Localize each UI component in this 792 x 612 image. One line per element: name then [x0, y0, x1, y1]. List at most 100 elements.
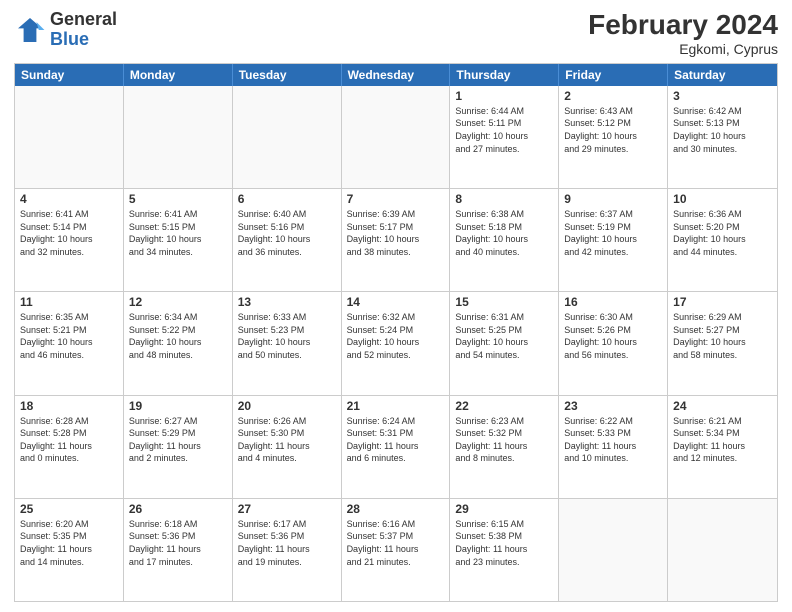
calendar-day-19: 19 Sunrise: 6:27 AM Sunset: 5:29 PM Dayli…	[124, 396, 233, 498]
day-number: 12	[129, 295, 227, 309]
logo-icon	[14, 14, 46, 46]
calendar-day-empty	[559, 499, 668, 601]
day-number: 22	[455, 399, 553, 413]
day-number: 1	[455, 89, 553, 103]
day-info: Sunrise: 6:34 AM Sunset: 5:22 PM Dayligh…	[129, 311, 227, 361]
day-info: Sunrise: 6:20 AM Sunset: 5:35 PM Dayligh…	[20, 518, 118, 568]
day-number: 3	[673, 89, 772, 103]
day-info: Sunrise: 6:28 AM Sunset: 5:28 PM Dayligh…	[20, 415, 118, 465]
day-number: 5	[129, 192, 227, 206]
day-number: 29	[455, 502, 553, 516]
day-number: 28	[347, 502, 445, 516]
day-number: 15	[455, 295, 553, 309]
calendar-day-18: 18 Sunrise: 6:28 AM Sunset: 5:28 PM Dayli…	[15, 396, 124, 498]
day-number: 11	[20, 295, 118, 309]
day-info: Sunrise: 6:31 AM Sunset: 5:25 PM Dayligh…	[455, 311, 553, 361]
calendar-day-16: 16 Sunrise: 6:30 AM Sunset: 5:26 PM Dayli…	[559, 292, 668, 394]
calendar-day-29: 29 Sunrise: 6:15 AM Sunset: 5:38 PM Dayli…	[450, 499, 559, 601]
calendar-day-1: 1 Sunrise: 6:44 AM Sunset: 5:11 PM Daylig…	[450, 86, 559, 188]
day-number: 9	[564, 192, 662, 206]
page: General Blue February 2024 Egkomi, Cypru…	[0, 0, 792, 612]
calendar-day-22: 22 Sunrise: 6:23 AM Sunset: 5:32 PM Dayli…	[450, 396, 559, 498]
day-number: 17	[673, 295, 772, 309]
calendar-day-empty	[15, 86, 124, 188]
calendar-day-15: 15 Sunrise: 6:31 AM Sunset: 5:25 PM Dayli…	[450, 292, 559, 394]
calendar-day-10: 10Sunrise: 6:36 AM Sunset: 5:20 PM Dayli…	[668, 189, 777, 291]
day-info: Sunrise: 6:38 AM Sunset: 5:18 PM Dayligh…	[455, 208, 553, 258]
day-info: Sunrise: 6:35 AM Sunset: 5:21 PM Dayligh…	[20, 311, 118, 361]
weekday-header-tuesday: Tuesday	[233, 64, 342, 86]
day-number: 27	[238, 502, 336, 516]
day-number: 20	[238, 399, 336, 413]
day-info: Sunrise: 6:37 AM Sunset: 5:19 PM Dayligh…	[564, 208, 662, 258]
day-number: 24	[673, 399, 772, 413]
calendar: SundayMondayTuesdayWednesdayThursdayFrid…	[14, 63, 778, 602]
day-info: Sunrise: 6:44 AM Sunset: 5:11 PM Dayligh…	[455, 105, 553, 155]
day-info: Sunrise: 6:24 AM Sunset: 5:31 PM Dayligh…	[347, 415, 445, 465]
day-number: 18	[20, 399, 118, 413]
day-info: Sunrise: 6:40 AM Sunset: 5:16 PM Dayligh…	[238, 208, 336, 258]
location: Egkomi, Cyprus	[588, 41, 778, 57]
calendar-day-7: 7 Sunrise: 6:39 AM Sunset: 5:17 PM Daylig…	[342, 189, 451, 291]
day-number: 16	[564, 295, 662, 309]
calendar-day-26: 26 Sunrise: 6:18 AM Sunset: 5:36 PM Dayli…	[124, 499, 233, 601]
calendar-day-6: 6 Sunrise: 6:40 AM Sunset: 5:16 PM Daylig…	[233, 189, 342, 291]
day-number: 19	[129, 399, 227, 413]
day-info: Sunrise: 6:43 AM Sunset: 5:12 PM Dayligh…	[564, 105, 662, 155]
weekday-header-saturday: Saturday	[668, 64, 777, 86]
calendar-day-24: 24 Sunrise: 6:21 AM Sunset: 5:34 PM Dayli…	[668, 396, 777, 498]
day-info: Sunrise: 6:30 AM Sunset: 5:26 PM Dayligh…	[564, 311, 662, 361]
day-number: 2	[564, 89, 662, 103]
calendar-day-14: 14 Sunrise: 6:32 AM Sunset: 5:24 PM Dayli…	[342, 292, 451, 394]
calendar-day-28: 28Sunrise: 6:16 AM Sunset: 5:37 PM Dayli…	[342, 499, 451, 601]
weekday-header-thursday: Thursday	[450, 64, 559, 86]
day-info: Sunrise: 6:15 AM Sunset: 5:38 PM Dayligh…	[455, 518, 553, 568]
calendar-day-empty	[233, 86, 342, 188]
calendar-day-17: 17Sunrise: 6:29 AM Sunset: 5:27 PM Dayli…	[668, 292, 777, 394]
day-info: Sunrise: 6:39 AM Sunset: 5:17 PM Dayligh…	[347, 208, 445, 258]
calendar-day-20: 20Sunrise: 6:26 AM Sunset: 5:30 PM Dayli…	[233, 396, 342, 498]
calendar-day-9: 9 Sunrise: 6:37 AM Sunset: 5:19 PM Daylig…	[559, 189, 668, 291]
calendar-day-empty	[668, 499, 777, 601]
day-number: 13	[238, 295, 336, 309]
day-number: 21	[347, 399, 445, 413]
calendar-day-25: 25 Sunrise: 6:20 AM Sunset: 5:35 PM Dayli…	[15, 499, 124, 601]
day-info: Sunrise: 6:42 AM Sunset: 5:13 PM Dayligh…	[673, 105, 772, 155]
weekday-header-wednesday: Wednesday	[342, 64, 451, 86]
day-number: 26	[129, 502, 227, 516]
day-info: Sunrise: 6:27 AM Sunset: 5:29 PM Dayligh…	[129, 415, 227, 465]
calendar-day-5: 5Sunrise: 6:41 AM Sunset: 5:15 PM Daylig…	[124, 189, 233, 291]
calendar-week-2: 4 Sunrise: 6:41 AM Sunset: 5:14 PM Daylig…	[15, 188, 777, 291]
logo-text: General Blue	[50, 10, 117, 50]
calendar-body: 1 Sunrise: 6:44 AM Sunset: 5:11 PM Daylig…	[15, 86, 777, 601]
day-number: 4	[20, 192, 118, 206]
calendar-week-1: 1 Sunrise: 6:44 AM Sunset: 5:11 PM Daylig…	[15, 86, 777, 188]
day-info: Sunrise: 6:32 AM Sunset: 5:24 PM Dayligh…	[347, 311, 445, 361]
logo-general: General	[50, 9, 117, 29]
day-number: 10	[673, 192, 772, 206]
weekday-header-friday: Friday	[559, 64, 668, 86]
calendar-day-2: 2 Sunrise: 6:43 AM Sunset: 5:12 PM Daylig…	[559, 86, 668, 188]
calendar-day-8: 8 Sunrise: 6:38 AM Sunset: 5:18 PM Daylig…	[450, 189, 559, 291]
day-info: Sunrise: 6:22 AM Sunset: 5:33 PM Dayligh…	[564, 415, 662, 465]
day-info: Sunrise: 6:41 AM Sunset: 5:14 PM Dayligh…	[20, 208, 118, 258]
day-number: 6	[238, 192, 336, 206]
calendar-day-11: 11 Sunrise: 6:35 AM Sunset: 5:21 PM Dayli…	[15, 292, 124, 394]
day-number: 7	[347, 192, 445, 206]
day-info: Sunrise: 6:18 AM Sunset: 5:36 PM Dayligh…	[129, 518, 227, 568]
calendar-day-21: 21 Sunrise: 6:24 AM Sunset: 5:31 PM Dayli…	[342, 396, 451, 498]
logo-blue: Blue	[50, 29, 89, 49]
day-number: 8	[455, 192, 553, 206]
calendar-day-27: 27Sunrise: 6:17 AM Sunset: 5:36 PM Dayli…	[233, 499, 342, 601]
calendar-week-4: 18 Sunrise: 6:28 AM Sunset: 5:28 PM Dayli…	[15, 395, 777, 498]
weekday-header-sunday: Sunday	[15, 64, 124, 86]
calendar-header: SundayMondayTuesdayWednesdayThursdayFrid…	[15, 64, 777, 86]
day-info: Sunrise: 6:21 AM Sunset: 5:34 PM Dayligh…	[673, 415, 772, 465]
day-number: 25	[20, 502, 118, 516]
day-info: Sunrise: 6:33 AM Sunset: 5:23 PM Dayligh…	[238, 311, 336, 361]
day-number: 14	[347, 295, 445, 309]
calendar-week-5: 25 Sunrise: 6:20 AM Sunset: 5:35 PM Dayli…	[15, 498, 777, 601]
header: General Blue February 2024 Egkomi, Cypru…	[14, 10, 778, 57]
day-info: Sunrise: 6:23 AM Sunset: 5:32 PM Dayligh…	[455, 415, 553, 465]
month-year: February 2024	[588, 10, 778, 41]
